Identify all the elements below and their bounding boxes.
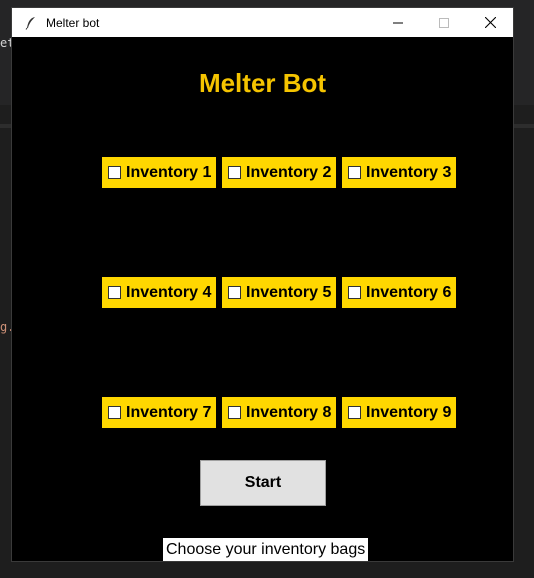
app-heading: Melter Bot xyxy=(198,68,327,98)
checkbox-box[interactable] xyxy=(108,406,121,419)
checkbox-box[interactable] xyxy=(228,166,241,179)
maximize-icon xyxy=(439,17,449,28)
checkbox-label: Inventory 6 xyxy=(366,283,452,301)
checkbox-box[interactable] xyxy=(108,166,121,179)
feather-icon xyxy=(24,16,38,30)
checkbox-label: Inventory 3 xyxy=(366,163,452,181)
checkbox-label: Inventory 9 xyxy=(366,403,452,421)
maximize-button[interactable] xyxy=(421,8,467,37)
checkbox-box[interactable] xyxy=(228,406,241,419)
checkbox-label: Inventory 5 xyxy=(246,283,332,301)
inventory-2-checkbox[interactable]: Inventory 2 xyxy=(222,157,336,188)
inventory-8-checkbox[interactable]: Inventory 8 xyxy=(222,397,336,428)
checkbox-box[interactable] xyxy=(348,406,361,419)
inventory-7-checkbox[interactable]: Inventory 7 xyxy=(102,397,216,428)
checkbox-label: Inventory 1 xyxy=(126,163,212,181)
inventory-5-checkbox[interactable]: Inventory 5 xyxy=(222,277,336,308)
close-icon xyxy=(484,17,496,28)
inventory-6-checkbox[interactable]: Inventory 6 xyxy=(342,277,456,308)
checkbox-label: Inventory 8 xyxy=(246,403,332,421)
checkbox-label: Inventory 4 xyxy=(126,283,212,301)
checkbox-label: Inventory 2 xyxy=(246,163,332,181)
inventory-4-checkbox[interactable]: Inventory 4 xyxy=(102,277,216,308)
minimize-button[interactable] xyxy=(375,8,421,37)
minimize-icon xyxy=(393,22,403,23)
start-button[interactable]: Start xyxy=(200,460,326,506)
status-label: Choose your inventory bags xyxy=(163,538,369,561)
title-bar[interactable]: Melter bot xyxy=(12,8,513,37)
window-title: Melter bot xyxy=(46,15,100,30)
inventory-3-checkbox[interactable]: Inventory 3 xyxy=(342,157,456,188)
close-button[interactable] xyxy=(467,8,513,37)
checkbox-label: Inventory 7 xyxy=(126,403,212,421)
app-window: Melter bot Melter Bot Inventory 1 Invent… xyxy=(11,7,514,562)
checkbox-box[interactable] xyxy=(108,286,121,299)
window-controls xyxy=(375,8,513,37)
checkbox-box[interactable] xyxy=(348,166,361,179)
checkbox-box[interactable] xyxy=(228,286,241,299)
inventory-9-checkbox[interactable]: Inventory 9 xyxy=(342,397,456,428)
checkbox-box[interactable] xyxy=(348,286,361,299)
inventory-1-checkbox[interactable]: Inventory 1 xyxy=(102,157,216,188)
